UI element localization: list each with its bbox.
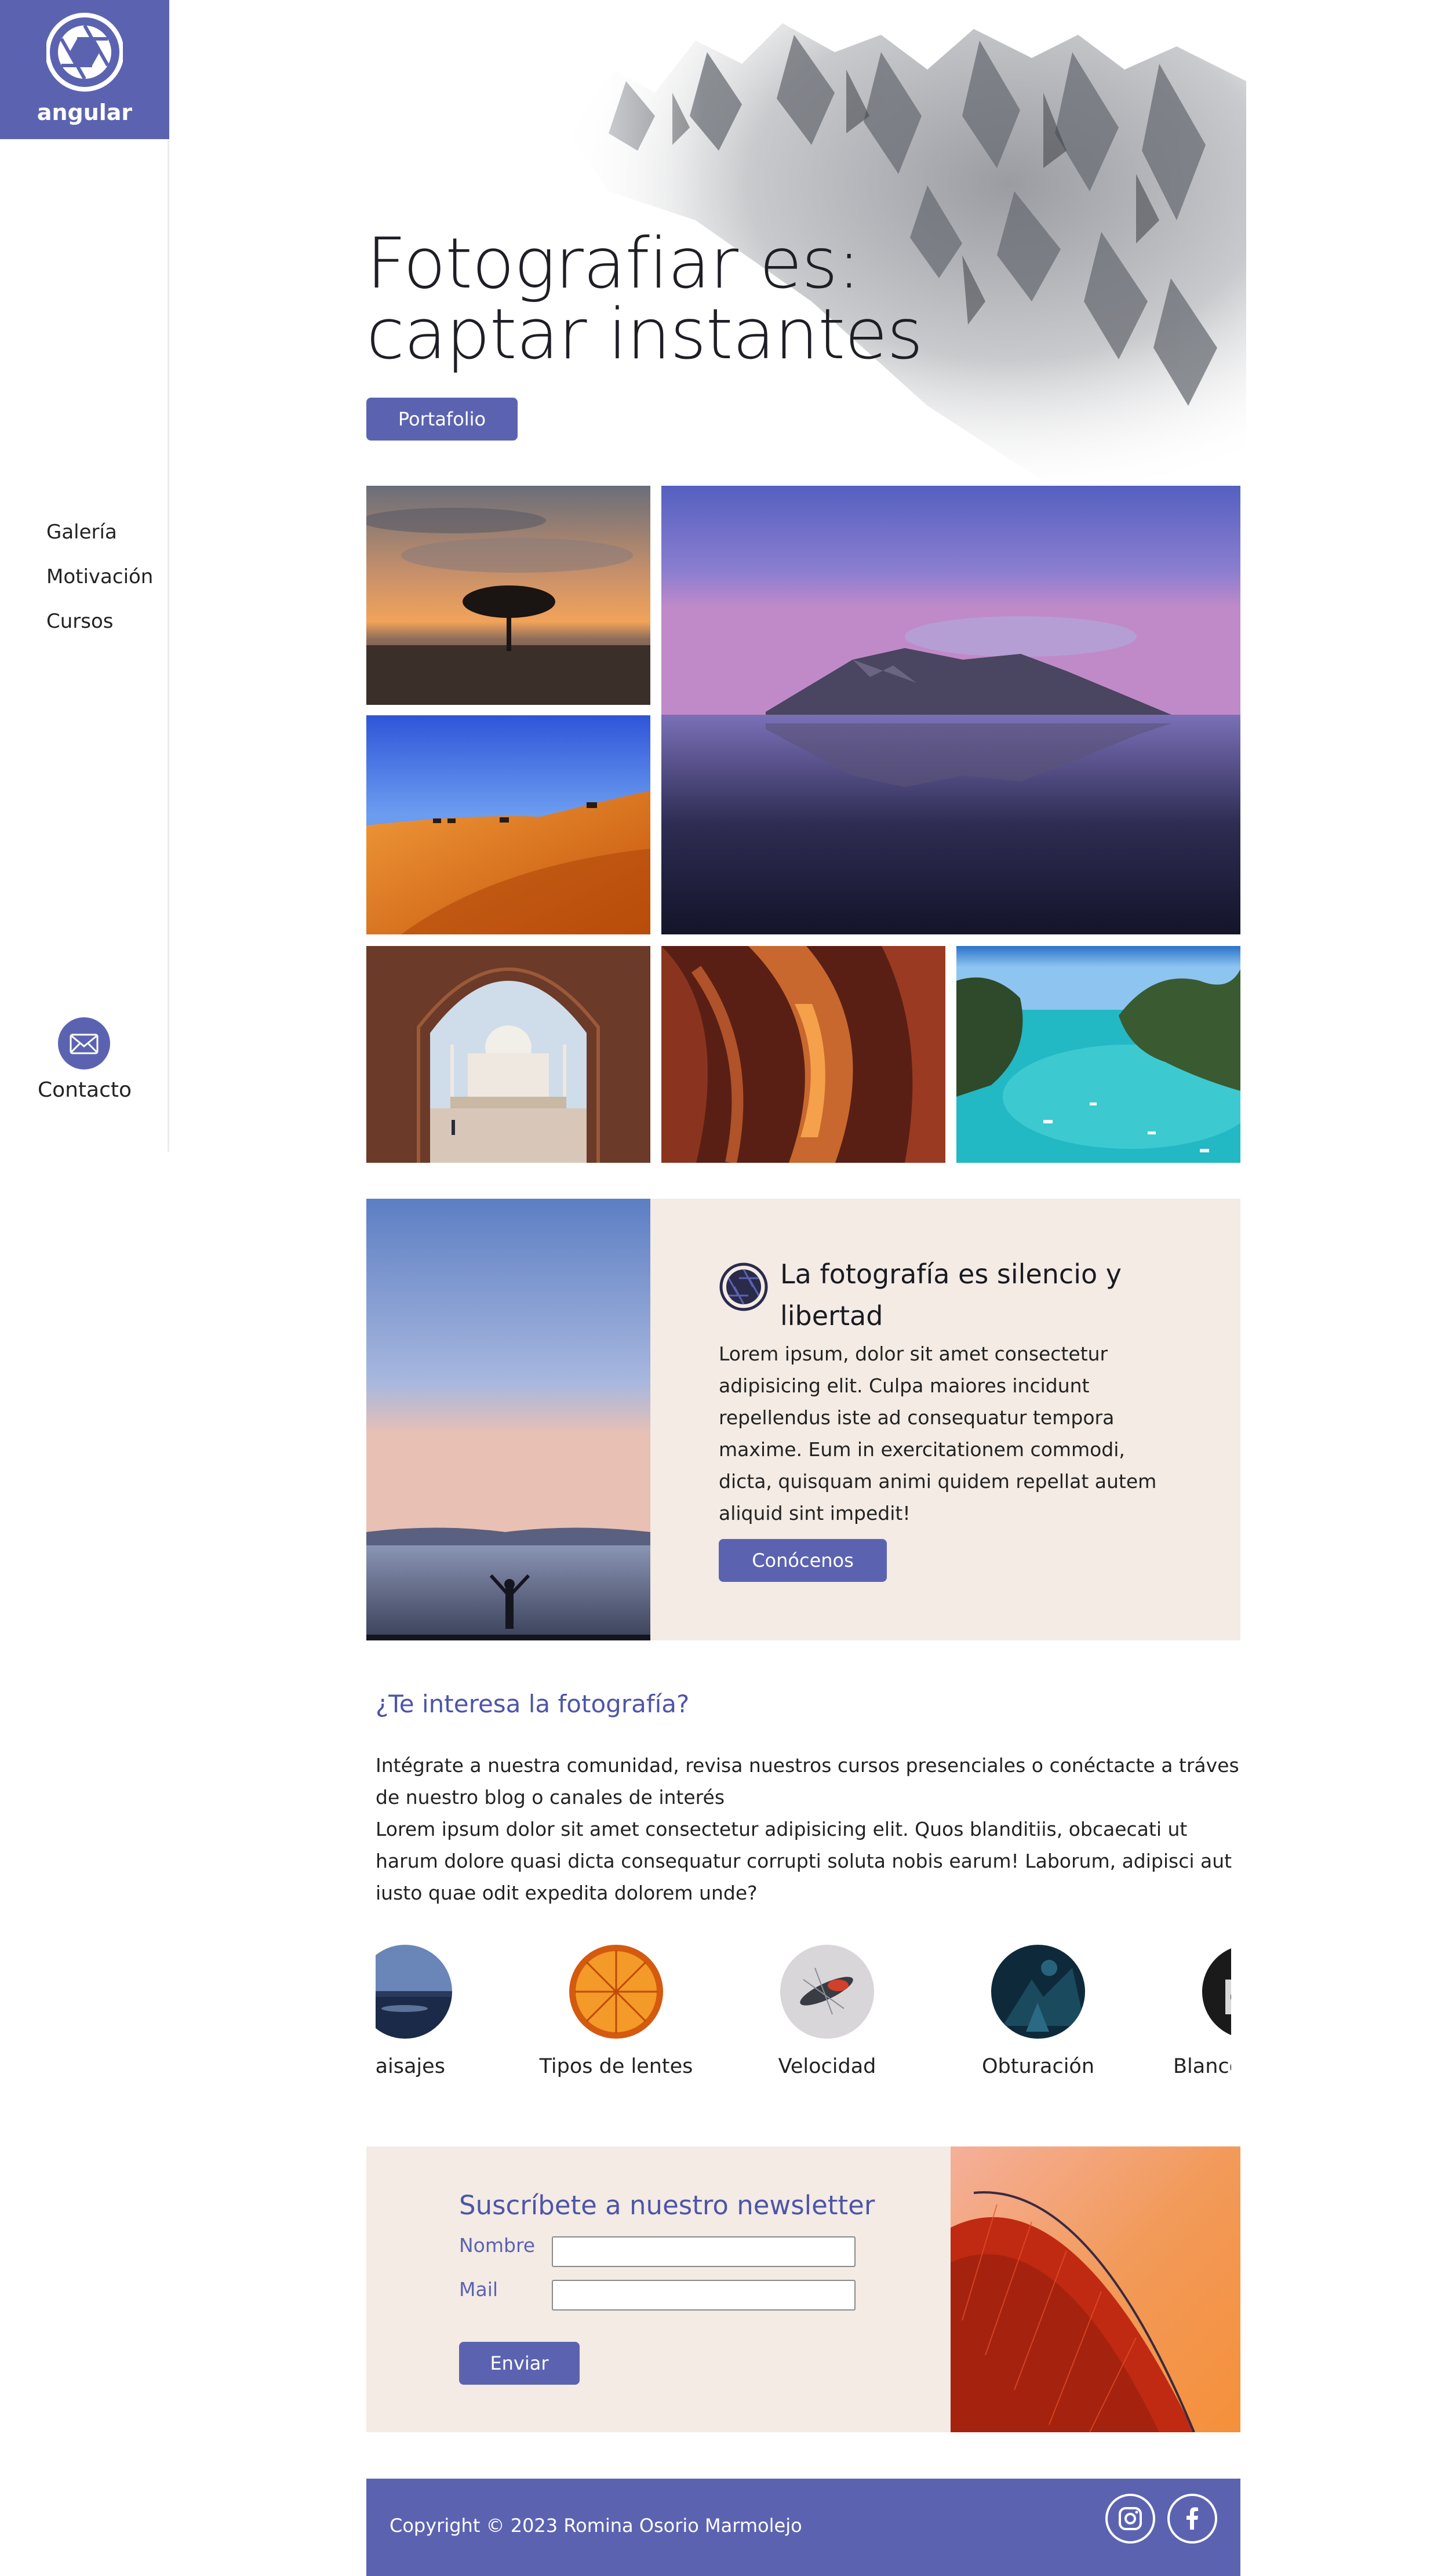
course-image-velocidad[interactable] bbox=[780, 1945, 874, 2039]
facebook-icon bbox=[1186, 2507, 1198, 2530]
course-label-obturacion[interactable]: Obturación bbox=[934, 2055, 1142, 2078]
name-label: Nombre bbox=[459, 2234, 536, 2257]
gallery-photo-mountain-lake[interactable] bbox=[661, 486, 1240, 934]
envelope-icon bbox=[70, 1034, 99, 1054]
courses-carousel[interactable]: Paisajes Tipos de lentes Velocidad Obtur… bbox=[376, 1936, 1231, 2098]
instagram-link[interactable] bbox=[1105, 2494, 1155, 2544]
gallery-photo-savanna-sunset[interactable] bbox=[366, 486, 650, 705]
facebook-link[interactable] bbox=[1167, 2494, 1217, 2544]
hero-title: Fotografiar es: captar instantes bbox=[366, 229, 923, 370]
interest-paragraph-1: Intégrate a nuestra comunidad, revisa nu… bbox=[376, 1754, 1239, 1809]
instagram-icon bbox=[1119, 2507, 1142, 2530]
contact-button[interactable] bbox=[58, 1017, 110, 1069]
course-label-velocidad[interactable]: Velocidad bbox=[723, 2055, 931, 2078]
interest-paragraph-2: Lorem ipsum dolor sit amet consectetur a… bbox=[376, 1818, 1232, 1904]
conocenos-button[interactable]: Conócenos bbox=[719, 1539, 887, 1582]
course-image-paisajes[interactable] bbox=[376, 1945, 452, 2039]
gallery-photo-desert-camels[interactable] bbox=[366, 715, 650, 934]
hero-title-line1: Fotografiar es: bbox=[366, 224, 861, 304]
nav-item-cursos[interactable]: Cursos bbox=[46, 610, 114, 633]
mail-label: Mail bbox=[459, 2278, 498, 2301]
enviar-button[interactable]: Enviar bbox=[459, 2342, 580, 2385]
portfolio-button[interactable]: Portafolio bbox=[366, 398, 518, 441]
gallery-photo-tropical-bay[interactable] bbox=[956, 946, 1240, 1163]
newsletter-photo-feather bbox=[951, 2146, 1240, 2432]
course-label-tipos-de-lentes[interactable]: Tipos de lentes bbox=[512, 2055, 720, 2078]
name-field[interactable] bbox=[552, 2236, 856, 2267]
interest-title: ¿Te interesa la fotografía? bbox=[376, 1690, 690, 1718]
logo[interactable]: angular bbox=[0, 0, 169, 139]
hero-title-line2: captar instantes bbox=[366, 294, 923, 375]
newsletter-title: Suscríbete a nuestro newsletter bbox=[459, 2190, 875, 2221]
course-image-tipos-de-lentes[interactable] bbox=[569, 1945, 663, 2039]
nav-item-motivacion[interactable]: Motivación bbox=[46, 565, 153, 588]
contact-label[interactable]: Contacto bbox=[0, 1078, 169, 1102]
course-label-paisajes[interactable]: Paisajes bbox=[376, 2055, 509, 2078]
about-title: La fotografía es silencio y libertad bbox=[780, 1258, 1122, 1331]
about-text: Lorem ipsum, dolor sit amet consectetur … bbox=[719, 1342, 1157, 1525]
course-label-blanco-y-negro[interactable]: Blanco y negro bbox=[1145, 2055, 1231, 2078]
logo-text: angular bbox=[37, 100, 133, 125]
course-image-blanco-y-negro[interactable] bbox=[1202, 1945, 1231, 2039]
course-image-obturacion[interactable] bbox=[991, 1945, 1085, 2039]
gallery-photo-antelope-canyon[interactable] bbox=[661, 946, 945, 1163]
copyright-text: Copyright © 2023 Romina Osorio Marmolejo bbox=[390, 2515, 802, 2537]
interest-text: Intégrate a nuestra comunidad, revisa nu… bbox=[376, 1749, 1239, 1909]
gallery-photo-taj-mahal[interactable] bbox=[366, 946, 650, 1163]
mail-field[interactable] bbox=[552, 2280, 856, 2311]
nav-item-galeria[interactable]: Galería bbox=[46, 521, 117, 544]
about-photo-person-lake bbox=[366, 1199, 650, 1640]
aperture-logo-icon bbox=[46, 13, 123, 92]
aperture-icon bbox=[719, 1262, 768, 1311]
